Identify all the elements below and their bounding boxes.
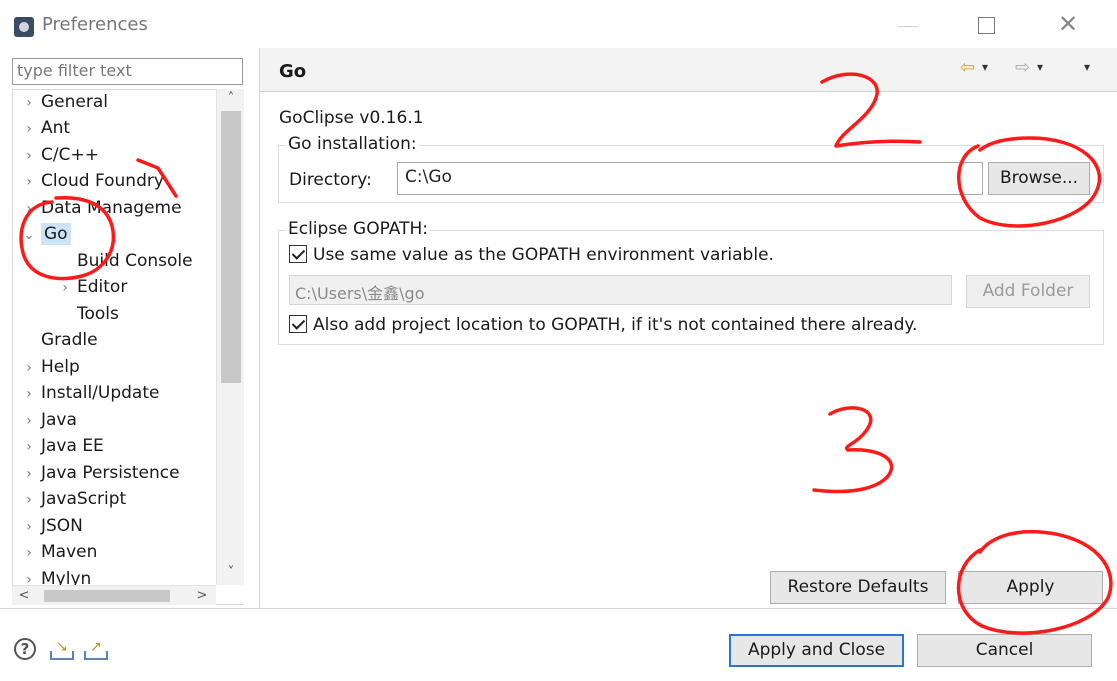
tree-item-build-console[interactable]: Build Console <box>77 251 193 277</box>
forward-dropdown-icon[interactable]: ▾ <box>1037 60 1043 74</box>
directory-label: Directory: <box>289 170 372 190</box>
tree-item-label: General <box>41 92 108 112</box>
chevron-right-icon[interactable]: › <box>17 413 41 429</box>
scrollbar-thumb[interactable] <box>221 111 241 383</box>
footer-divider <box>0 608 1117 609</box>
tree-item-label: Go <box>41 223 71 245</box>
chevron-right-icon[interactable]: › <box>17 545 41 561</box>
tree-item-ant[interactable]: › Ant <box>17 118 70 144</box>
tree-item-java-persistence[interactable]: › Java Persistence <box>17 463 180 489</box>
scroll-left-icon[interactable]: < <box>12 586 36 606</box>
apply-and-close-button[interactable]: Apply and Close <box>729 634 904 667</box>
tree-item-label: Install/Update <box>41 383 160 403</box>
tree-item-label: Editor <box>77 277 128 297</box>
tree-item-json[interactable]: › JSON <box>17 516 83 542</box>
tree-item-label: JavaScript <box>41 489 127 509</box>
panel-divider[interactable] <box>259 48 260 608</box>
chevron-right-icon[interactable]: › <box>17 519 41 535</box>
add-folder-button: Add Folder <box>966 275 1090 308</box>
tree-item-label: Help <box>41 357 80 377</box>
tree-item-help[interactable]: › Help <box>17 357 80 383</box>
chevron-right-icon[interactable]: › <box>17 439 41 455</box>
tree-item-install-update[interactable]: › Install/Update <box>17 383 159 409</box>
import-icon[interactable]: ↘ <box>50 640 74 660</box>
chevron-right-icon[interactable]: › <box>17 386 41 402</box>
use-env-gopath-label: Use same value as the GOPATH environment… <box>313 245 774 265</box>
chevron-right-icon[interactable]: › <box>17 466 41 482</box>
tree-item-label: Ant <box>41 118 71 138</box>
chevron-right-icon[interactable]: › <box>17 148 41 164</box>
tree-item-label: Build Console <box>77 251 193 271</box>
back-dropdown-icon[interactable]: ▾ <box>982 60 988 74</box>
chevron-right-icon[interactable]: › <box>17 201 41 217</box>
tree-item-label: JSON <box>41 516 83 536</box>
tree-item-general[interactable]: › General <box>17 92 108 118</box>
go-installation-title: Go installation: <box>286 134 419 154</box>
apply-button[interactable]: Apply <box>958 571 1103 604</box>
tree-item-javascript[interactable]: › JavaScript <box>17 489 126 515</box>
help-icon[interactable]: ? <box>14 638 36 660</box>
gopath-input: C:\Users\金鑫\go <box>289 275 952 305</box>
tree-item-cloud-foundry[interactable]: › Cloud Foundry <box>17 171 164 197</box>
chevron-right-icon[interactable]: › <box>17 174 41 190</box>
scrollbar-thumb[interactable] <box>44 590 170 602</box>
chevron-right-icon[interactable]: › <box>17 121 41 137</box>
maximize-button[interactable] <box>978 17 995 34</box>
tree-item-gradle[interactable]: Gradle <box>41 330 98 356</box>
use-env-gopath-option[interactable]: Use same value as the GOPATH environment… <box>289 245 774 269</box>
annotation-three-mark <box>812 406 894 494</box>
add-project-location-label: Also add project location to GOPATH, if … <box>313 315 918 335</box>
chevron-right-icon[interactable]: › <box>53 280 77 296</box>
tree-item-label: Java <box>41 410 77 430</box>
tree-item-label: Tools <box>77 304 119 324</box>
chevron-right-icon[interactable]: › <box>17 360 41 376</box>
view-menu-icon[interactable]: ▾ <box>1084 60 1090 74</box>
tree-horizontal-scrollbar[interactable]: < > <box>12 585 216 605</box>
window-title: Preferences <box>42 14 148 35</box>
tree-item-label: Java Persistence <box>41 463 180 483</box>
tree-item-cpp[interactable]: › C/C++ <box>17 145 99 171</box>
tree-item-data-management[interactable]: › Data Manageme <box>17 198 182 224</box>
tree-vertical-scrollbar[interactable]: ˄ ˅ <box>216 89 244 585</box>
browse-button[interactable]: Browse... <box>988 162 1090 195</box>
goclipse-version: GoClipse v0.16.1 <box>279 108 424 128</box>
filter-input[interactable]: type filter text <box>12 58 243 85</box>
tree-item-label: Data Manageme <box>41 198 182 218</box>
scroll-up-icon[interactable]: ˄ <box>217 89 245 109</box>
title-bar: Preferences ✕ <box>0 0 1117 52</box>
minimize-button[interactable] <box>898 26 918 27</box>
tree-item-tools[interactable]: Tools <box>77 304 119 330</box>
use-env-gopath-checkbox[interactable] <box>289 245 307 263</box>
scroll-down-icon[interactable]: ˅ <box>217 563 245 583</box>
export-icon[interactable]: ↗ <box>84 640 108 660</box>
add-project-location-option[interactable]: Also add project location to GOPATH, if … <box>289 315 917 339</box>
forward-arrow-icon[interactable]: ⇨ <box>1015 57 1030 78</box>
tree-item-label: Cloud Foundry <box>41 171 164 191</box>
close-button[interactable]: ✕ <box>1056 12 1080 36</box>
tree-item-maven[interactable]: › Maven <box>17 542 97 568</box>
page-title: Go <box>279 61 307 82</box>
restore-defaults-button[interactable]: Restore Defaults <box>770 571 946 604</box>
add-project-location-checkbox[interactable] <box>289 315 307 333</box>
tree-item-label: Java EE <box>41 436 104 456</box>
preferences-tree: › General › Ant › C/C++ › Cloud Foundry › Dat… <box>12 89 244 605</box>
chevron-right-icon[interactable]: › <box>17 95 41 111</box>
tree-item-label: Gradle <box>41 330 98 350</box>
tree-item-label: Maven <box>41 542 98 562</box>
tree-item-label: C/C++ <box>41 145 99 165</box>
tree-item-java-ee[interactable]: › Java EE <box>17 436 104 462</box>
page-header: Go ⇦ ▾ ⇨ ▾ ▾ <box>260 48 1117 92</box>
chevron-down-icon[interactable]: ⌄ <box>17 227 41 243</box>
directory-input[interactable]: C:\Go <box>397 162 983 195</box>
back-arrow-icon[interactable]: ⇦ <box>960 57 975 78</box>
tree-item-editor[interactable]: › Editor <box>53 277 127 303</box>
chevron-right-icon[interactable]: › <box>17 492 41 508</box>
cancel-button[interactable]: Cancel <box>917 634 1092 667</box>
eclipse-gopath-title: Eclipse GOPATH: <box>286 219 430 239</box>
tree-item-java[interactable]: › Java <box>17 410 77 436</box>
scroll-right-icon[interactable]: > <box>190 586 214 606</box>
eclipse-app-icon <box>14 17 34 37</box>
tree-item-go[interactable]: ⌄ Go <box>17 223 71 250</box>
